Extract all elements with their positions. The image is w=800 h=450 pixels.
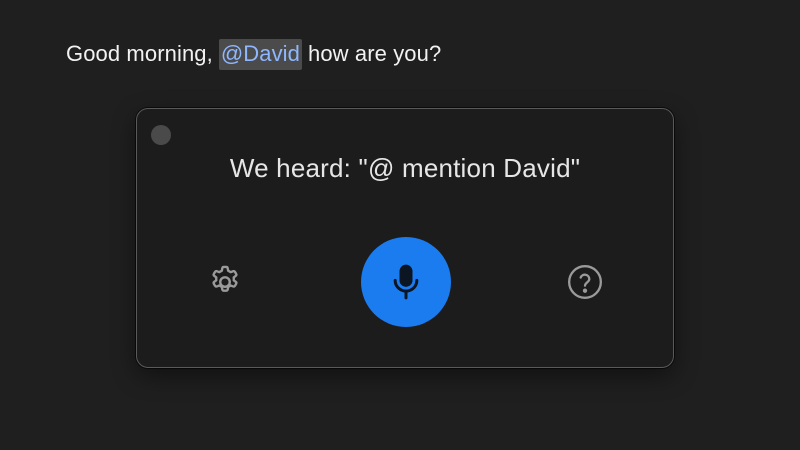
microphone-icon <box>393 264 419 300</box>
help-button[interactable] <box>565 262 605 302</box>
document-text-line[interactable]: Good morning, @David how are you? <box>66 38 441 70</box>
dictation-panel: We heard: "@ mention David" <box>136 108 674 368</box>
microphone-button[interactable] <box>361 237 451 327</box>
question-mark-icon <box>568 265 602 299</box>
text-before-mention: Good morning, <box>66 41 213 66</box>
close-dot-icon[interactable] <box>151 125 171 145</box>
gear-icon <box>212 265 238 292</box>
text-after-mention: how are you? <box>308 41 442 66</box>
settings-button[interactable] <box>205 262 245 302</box>
app-window: Good morning, @David how are you? We hea… <box>0 0 800 450</box>
heard-text: We heard: "@ mention David" <box>229 153 581 183</box>
mention-token[interactable]: @David <box>218 38 303 70</box>
